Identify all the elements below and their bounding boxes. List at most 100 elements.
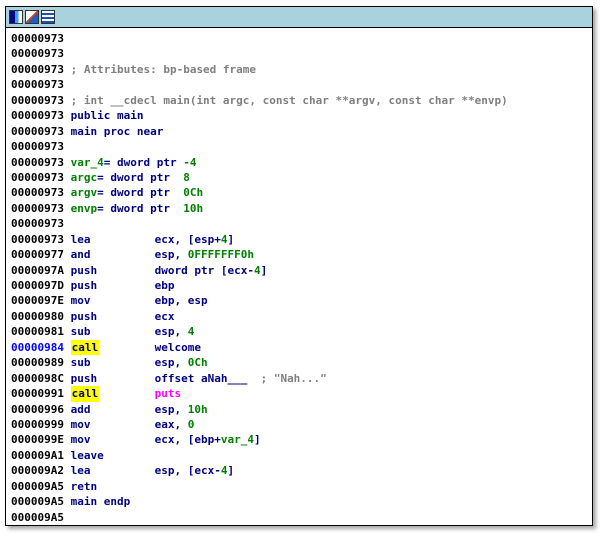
- operand-ops[interactable]: ]: [227, 464, 234, 477]
- operand-num[interactable]: 0Ch: [183, 186, 203, 199]
- operand-num[interactable]: 0: [188, 418, 195, 431]
- operand-ops[interactable]: eax,: [155, 418, 188, 431]
- operand-ops[interactable]: ]: [261, 264, 268, 277]
- operand-lbl[interactable]: public main: [71, 109, 144, 122]
- listing-line[interactable]: 000009A5: [11, 510, 592, 525]
- operand-ops[interactable]: ecx, [esp+: [155, 233, 221, 246]
- operand-num[interactable]: -4: [183, 156, 196, 169]
- graph-view-icon[interactable]: [9, 10, 23, 24]
- instruction-mnemonic[interactable]: sub: [71, 324, 155, 339]
- listing-line[interactable]: 00000973 var_4= dword ptr -4: [11, 155, 592, 170]
- operand-ops[interactable]: offset aNah___: [155, 372, 248, 385]
- line-address: 00000973: [11, 217, 64, 231]
- operand-ops[interactable]: welcome: [155, 341, 201, 354]
- operand-var[interactable]: var_4: [71, 156, 104, 169]
- listing-line[interactable]: 00000973: [11, 139, 592, 154]
- operand-ops[interactable]: ]: [227, 233, 234, 246]
- line-address: 00000973: [11, 170, 64, 184]
- listing-line[interactable]: 00000981 sub esp, 4: [11, 324, 592, 339]
- listing-line[interactable]: 00000973: [11, 216, 592, 231]
- listing-line[interactable]: 00000973 ; Attributes: bp-based frame: [11, 62, 592, 77]
- listing-line[interactable]: 00000973 argc= dword ptr 8: [11, 170, 592, 185]
- instruction-mnemonic[interactable]: retn: [71, 479, 155, 494]
- operand-var[interactable]: argv: [71, 186, 98, 199]
- listing-line[interactable]: 00000973: [11, 31, 592, 46]
- listing-line[interactable]: 0000097D push ebp: [11, 278, 592, 293]
- listing-line[interactable]: 00000973: [11, 77, 592, 92]
- instruction-mnemonic[interactable]: mov: [71, 293, 155, 308]
- listing-line[interactable]: 000009A5 retn: [11, 479, 592, 494]
- operand-ops[interactable]: ebp, esp: [155, 294, 208, 307]
- operand-num[interactable]: 4: [188, 325, 195, 338]
- listing-line[interactable]: 000009A1 leave: [11, 448, 592, 463]
- listing-line[interactable]: 000009A5 main endp: [11, 494, 592, 509]
- instruction-mnemonic[interactable]: push: [71, 309, 155, 324]
- operand-var[interactable]: var_4: [221, 433, 254, 446]
- listing-line[interactable]: 00000973: [11, 46, 592, 61]
- instruction-mnemonic[interactable]: leave: [71, 448, 155, 463]
- listing-line[interactable]: 00000980 push ecx: [11, 309, 592, 324]
- operand-ops[interactable]: = dword ptr: [97, 202, 183, 215]
- operand-ops[interactable]: ]: [254, 433, 261, 446]
- listing-line[interactable]: 00000973 argv= dword ptr 0Ch: [11, 185, 592, 200]
- operand-ops[interactable]: esp,: [155, 403, 188, 416]
- listing-line[interactable]: 000009A2 lea esp, [ecx-4]: [11, 463, 592, 478]
- operand-fn[interactable]: puts: [155, 387, 182, 400]
- instruction-mnemonic[interactable]: push: [71, 263, 155, 278]
- operand-ops[interactable]: ebp: [155, 279, 175, 292]
- instruction-mnemonic[interactable]: and: [71, 247, 155, 262]
- hex-view-icon[interactable]: [41, 10, 55, 24]
- operand-var[interactable]: envp: [71, 202, 98, 215]
- line-address: 000009A2: [11, 464, 64, 478]
- listing-line[interactable]: 00000984 call welcome: [11, 339, 592, 356]
- instruction-mnemonic[interactable]: call: [70, 339, 155, 356]
- operand-var[interactable]: argc: [71, 171, 98, 184]
- listing-line[interactable]: 00000989 sub esp, 0Ch: [11, 355, 592, 370]
- operand-comment: ; int __cdecl main(int argc, const char …: [70, 93, 508, 107]
- listing-line[interactable]: 00000977 and esp, 0FFFFFFF0h: [11, 247, 592, 262]
- listing-line[interactable]: 0000098C push offset aNah___ ; "Nah...": [11, 371, 592, 386]
- instruction-mnemonic[interactable]: mov: [71, 417, 155, 432]
- listing-line[interactable]: 0000097A push dword ptr [ecx-4]: [11, 263, 592, 278]
- operand-num[interactable]: 10h: [188, 403, 208, 416]
- instruction-mnemonic[interactable]: lea: [71, 463, 155, 478]
- operand-ops[interactable]: esp,: [155, 325, 188, 338]
- operand-ops[interactable]: esp,: [155, 356, 188, 369]
- operand-ops[interactable]: esp, [ecx-: [155, 464, 221, 477]
- listing-line[interactable]: 00000973 main proc near: [11, 124, 592, 139]
- listing-line[interactable]: 00000991 call puts: [11, 386, 592, 402]
- listing-line[interactable]: 00000973 envp= dword ptr 10h: [11, 201, 592, 216]
- instruction-mnemonic[interactable]: push: [71, 278, 155, 293]
- operand-ops[interactable]: esp,: [155, 248, 188, 261]
- operand-num[interactable]: 10h: [183, 202, 203, 215]
- instruction-mnemonic[interactable]: push: [71, 371, 155, 386]
- operand-ops[interactable]: = dword ptr: [97, 186, 183, 199]
- listing-line[interactable]: 00000973 ; int __cdecl main(int argc, co…: [11, 93, 592, 108]
- operand-ops[interactable]: = dword ptr: [104, 156, 183, 169]
- operand-ops[interactable]: dword ptr [ecx-: [155, 264, 254, 277]
- operand-ops[interactable]: = dword ptr: [97, 171, 183, 184]
- operand-num[interactable]: 0Ch: [188, 356, 208, 369]
- instruction-mnemonic[interactable]: sub: [71, 355, 155, 370]
- instruction-mnemonic[interactable]: mov: [71, 432, 155, 447]
- operand-lbl[interactable]: main endp: [71, 495, 131, 508]
- instruction-mnemonic[interactable]: add: [71, 402, 155, 417]
- edit-icon[interactable]: [25, 10, 39, 24]
- listing-line[interactable]: 00000996 add esp, 10h: [11, 402, 592, 417]
- disassembly-listing[interactable]: 00000973 00000973 00000973 ; Attributes:…: [6, 28, 592, 525]
- operand-num[interactable]: 0FFFFFFF0h: [188, 248, 254, 261]
- operand-num[interactable]: 4: [254, 264, 261, 277]
- listing-line[interactable]: 0000099E mov ecx, [ebp+var_4]: [11, 432, 592, 447]
- listing-line[interactable]: 00000973 public main: [11, 108, 592, 123]
- instruction-mnemonic[interactable]: call: [70, 386, 155, 402]
- instruction-mnemonic[interactable]: lea: [71, 232, 155, 247]
- listing-line[interactable]: 0000097E mov ebp, esp: [11, 293, 592, 308]
- line-address: 0000097D: [11, 279, 64, 292]
- listing-line[interactable]: 00000973 lea ecx, [esp+4]: [11, 232, 592, 247]
- operand-ops[interactable]: ecx, [ebp+: [155, 433, 221, 446]
- listing-line[interactable]: 00000999 mov eax, 0: [11, 417, 592, 432]
- operand-lbl[interactable]: main proc near: [71, 125, 164, 138]
- disassembly-window: 00000973 00000973 00000973 ; Attributes:…: [5, 6, 593, 526]
- operand-ops[interactable]: ecx: [155, 310, 175, 323]
- operand-num[interactable]: 8: [183, 171, 190, 184]
